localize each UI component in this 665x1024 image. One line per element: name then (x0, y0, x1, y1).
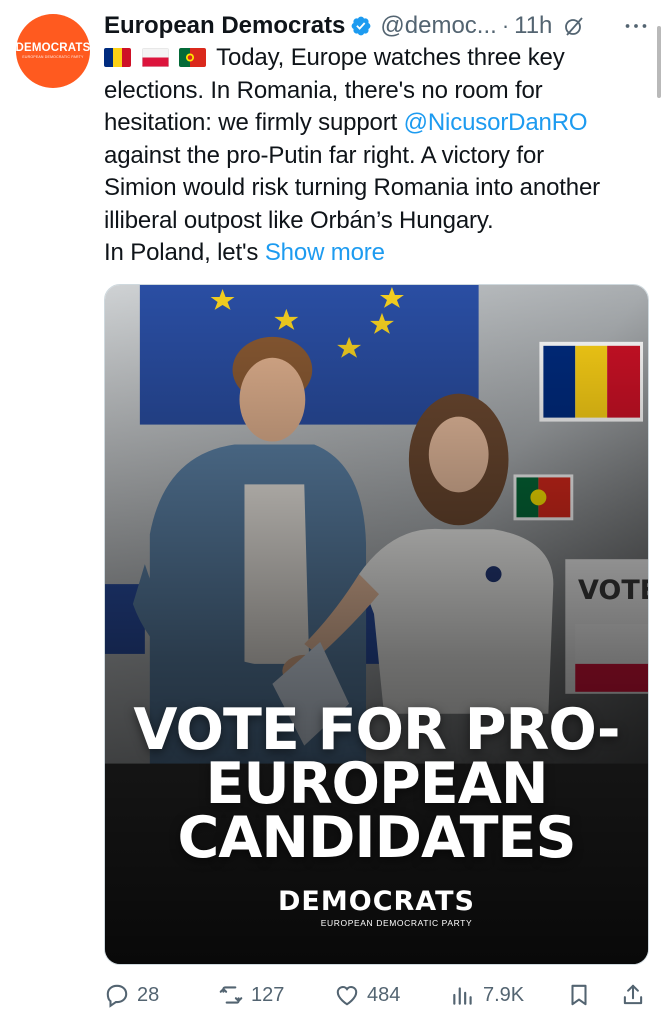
tweet-line-4: against the pro-Putin far right. A victo… (104, 141, 544, 169)
like-button[interactable]: 484 (334, 975, 400, 1015)
brand-subtitle: EUROPEAN DEMOCRATIC PARTY (320, 918, 473, 928)
action-bar: 28 127 484 7.9K (104, 975, 649, 1015)
share-icon (623, 984, 643, 1005)
repost-button[interactable]: 127 (218, 975, 284, 1015)
vote-sign-text: VOTE (578, 575, 648, 606)
tweet-line-3: hesitation: we firmly support (104, 109, 404, 136)
share-button[interactable] (620, 975, 646, 1015)
tweet-text: Today, Europe watches three key election… (104, 42, 649, 270)
verified-badge-icon (350, 15, 372, 37)
reply-icon (106, 984, 128, 1008)
tweet-line-7: In Poland, let's (104, 239, 265, 266)
tweet-header: European Democrats @democ... · 11h (104, 8, 655, 44)
bookmark-button[interactable] (566, 975, 592, 1015)
timestamp[interactable]: 11h (514, 12, 552, 40)
views-button[interactable]: 7.9K (450, 975, 524, 1015)
reply-button[interactable]: 28 (104, 975, 159, 1015)
separator-dot: · (501, 13, 510, 38)
handle[interactable]: @democ... (380, 12, 496, 40)
bookmark-icon (571, 984, 587, 1006)
portugal-flag-icon (179, 48, 207, 67)
tweet-line-1: Today, Europe watches three key (216, 44, 565, 71)
display-name[interactable]: European Democrats (104, 12, 345, 40)
headline-line-2: EUROPEAN (205, 751, 548, 817)
avatar-logo-text: DEMOCRATS (15, 41, 91, 54)
poland-flag-icon (141, 48, 169, 67)
brand-name: DEMOCRATS (278, 886, 475, 917)
like-count: 484 (367, 983, 401, 1006)
tweet-line-5: Simion would risk turning Romania into a… (104, 174, 601, 201)
repost-icon (219, 986, 243, 1004)
tweet-line-2: elections. In Romania, there's no room f… (104, 76, 543, 104)
views-count: 7.9K (483, 983, 525, 1006)
tweet-line: hesitation: we firmly support @NicusorDa… (104, 107, 649, 140)
analytics-icon (453, 987, 472, 1005)
show-more-link[interactable]: Show more (265, 239, 385, 266)
headline-line-3: CANDIDATES (177, 805, 576, 871)
image-brand-logo: DEMOCRATS EUROPEAN DEMOCRATIC PARTY (105, 886, 648, 929)
avatar-logo-subtext: EUROPEAN DEMOCRATIC PARTY (22, 55, 84, 59)
headline-line-1: VOTE FOR PRO- (133, 697, 620, 763)
more-options-icon[interactable] (623, 13, 649, 39)
tweet-line: In Poland, let's Show more (104, 237, 649, 270)
tweet-line: Today, Europe watches three key (104, 42, 649, 75)
scrollbar[interactable] (657, 26, 661, 98)
heart-icon (336, 986, 358, 1006)
romania-flag-icon (104, 48, 131, 67)
mention-link[interactable]: @NicusorDanRO (404, 109, 588, 136)
avatar[interactable]: DEMOCRATS EUROPEAN DEMOCRATIC PARTY (15, 14, 91, 88)
tweet-line-6: illiberal outpost like Orbán’s Hungary. (104, 206, 494, 234)
repost-count: 127 (251, 983, 285, 1006)
tweet-image[interactable]: VOTE VOTE FOR PRO- EUROPEAN CANDIDATES D… (104, 284, 649, 965)
grok-icon[interactable] (562, 14, 586, 38)
image-headline: VOTE FOR PRO- EUROPEAN CANDIDATES (105, 697, 648, 871)
reply-count: 28 (137, 983, 160, 1006)
